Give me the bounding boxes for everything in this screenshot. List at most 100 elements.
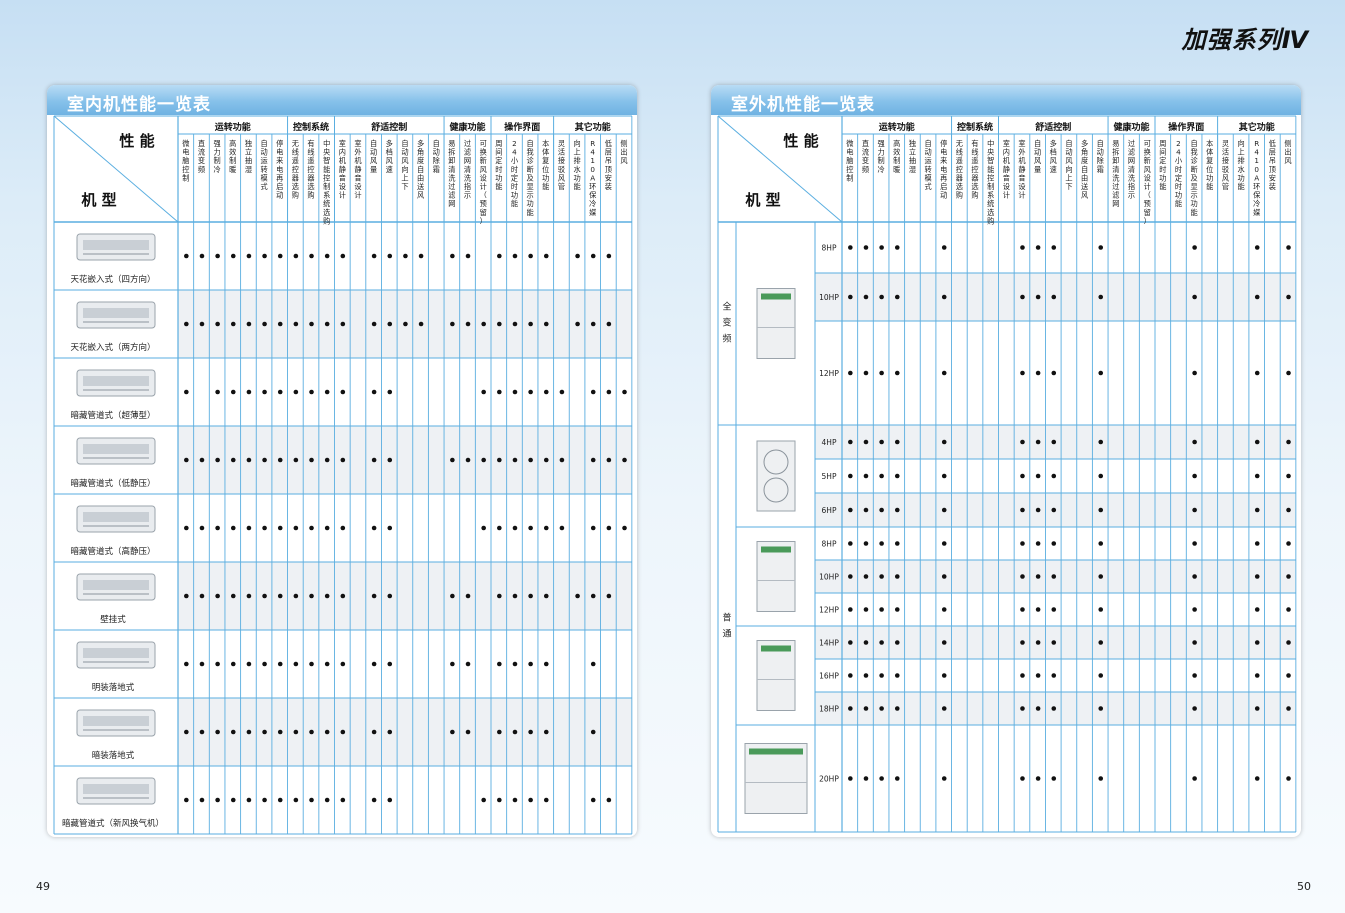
feature-label: 可换新风设计（预留） bbox=[480, 139, 487, 225]
feature-label: 自动风向上下 bbox=[401, 139, 408, 191]
dot bbox=[1192, 245, 1197, 250]
feature-label: 侧出风 bbox=[1284, 139, 1291, 165]
dot bbox=[879, 245, 884, 250]
dot bbox=[262, 321, 267, 327]
feature-label: 高效制暖 bbox=[893, 139, 900, 174]
dot bbox=[543, 457, 549, 463]
dot bbox=[863, 607, 869, 612]
dot bbox=[293, 457, 299, 463]
dot bbox=[1254, 439, 1260, 445]
dot bbox=[387, 593, 393, 599]
dot bbox=[1020, 673, 1025, 678]
dot bbox=[1098, 706, 1104, 711]
duct-low-static-icon-panel bbox=[83, 444, 149, 454]
group-header: 操作界面 bbox=[504, 121, 540, 133]
dot bbox=[1035, 673, 1041, 678]
dot bbox=[309, 525, 314, 531]
dot bbox=[606, 797, 612, 803]
dot bbox=[324, 389, 330, 395]
dot bbox=[215, 593, 220, 599]
feature-label: 中央智能控制系统选购 bbox=[987, 139, 994, 225]
dot bbox=[309, 593, 314, 599]
dot bbox=[497, 321, 502, 327]
dot bbox=[246, 253, 252, 259]
dot bbox=[1035, 607, 1041, 612]
feature-label: 周间定时功能 bbox=[495, 139, 502, 191]
feature-label: 自动除霜 bbox=[1097, 139, 1104, 174]
dot bbox=[941, 507, 947, 513]
dot bbox=[848, 607, 853, 612]
dot bbox=[863, 245, 869, 250]
dot bbox=[1286, 607, 1291, 612]
dot bbox=[1254, 507, 1260, 513]
dot bbox=[528, 661, 533, 667]
dot bbox=[622, 525, 627, 531]
row-stripe bbox=[178, 698, 632, 766]
dot bbox=[590, 389, 596, 395]
dot bbox=[590, 253, 596, 259]
dot bbox=[1192, 439, 1197, 445]
dot bbox=[894, 607, 900, 612]
dot bbox=[1035, 706, 1041, 711]
dot bbox=[1051, 439, 1057, 445]
dot bbox=[879, 574, 884, 579]
feature-label: 低层吊顶安装 bbox=[1269, 139, 1276, 191]
dot bbox=[324, 321, 330, 327]
feature-label: 直流变频 bbox=[862, 139, 869, 174]
dot bbox=[324, 525, 330, 531]
dot bbox=[481, 797, 486, 803]
dot bbox=[1051, 673, 1057, 678]
dot bbox=[340, 729, 346, 735]
duct-high-static-icon-panel bbox=[83, 512, 149, 522]
dot bbox=[309, 321, 314, 327]
dot bbox=[465, 661, 471, 667]
feature-label: 强力制冷 bbox=[878, 139, 885, 174]
dot bbox=[543, 389, 549, 395]
dot bbox=[1020, 607, 1025, 612]
dot bbox=[230, 253, 236, 259]
dot bbox=[543, 321, 549, 327]
feature-label: 多角度自由送风 bbox=[1081, 139, 1088, 200]
indoor-model-name: 天花嵌入式（两方向） bbox=[70, 342, 155, 353]
dot bbox=[879, 706, 884, 711]
dot bbox=[590, 661, 596, 667]
cassette-4way-icon-panel bbox=[83, 240, 149, 250]
dot bbox=[1020, 245, 1025, 250]
dot bbox=[371, 525, 377, 531]
dot bbox=[371, 593, 377, 599]
feature-label: 灵活接驳风管 bbox=[1222, 139, 1229, 191]
dot bbox=[941, 574, 947, 579]
dot bbox=[1286, 673, 1291, 678]
row-stripe bbox=[178, 562, 632, 630]
dot bbox=[1286, 473, 1291, 479]
dot bbox=[879, 370, 884, 376]
dot bbox=[863, 439, 869, 445]
dot bbox=[465, 593, 471, 599]
floor-exposed-icon bbox=[76, 641, 156, 669]
dot bbox=[184, 593, 189, 599]
dot bbox=[418, 253, 424, 259]
dot bbox=[863, 574, 869, 579]
dot bbox=[1098, 294, 1104, 300]
dot bbox=[528, 321, 533, 327]
feature-label: 过滤网清洗指示 bbox=[464, 139, 471, 200]
dot bbox=[215, 321, 220, 327]
dot bbox=[184, 797, 189, 803]
dot bbox=[184, 525, 189, 531]
dot bbox=[403, 253, 408, 259]
dot bbox=[277, 593, 283, 599]
group-header: 其它功能 bbox=[1239, 121, 1275, 133]
dot bbox=[848, 706, 853, 711]
dot bbox=[1035, 541, 1041, 546]
dot bbox=[848, 439, 853, 445]
dot bbox=[543, 729, 549, 735]
dot bbox=[215, 729, 220, 735]
cassette-2way-icon-panel bbox=[83, 308, 149, 318]
dot bbox=[1051, 473, 1057, 479]
outdoor-hp-label: 10HP bbox=[819, 293, 839, 302]
dot bbox=[465, 457, 471, 463]
outdoor-hp-label: 20HP bbox=[819, 775, 839, 784]
dot bbox=[512, 389, 518, 395]
dot bbox=[371, 389, 377, 395]
feature-label: 自动除霜 bbox=[433, 139, 440, 174]
